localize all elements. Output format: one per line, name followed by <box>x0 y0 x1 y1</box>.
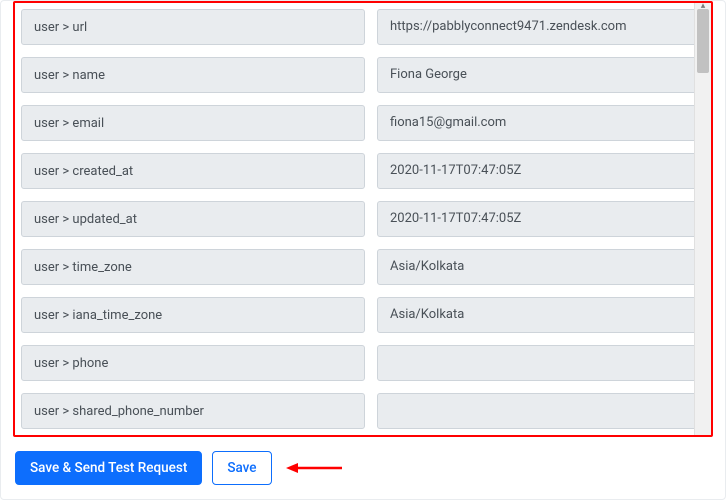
field-key: user > created_at <box>21 153 365 189</box>
field-key: user > phone <box>21 345 365 381</box>
field-value[interactable] <box>377 57 705 93</box>
button-row: Save & Send Test Request Save <box>13 451 713 485</box>
panel: user > url user > name user > email user… <box>0 0 726 500</box>
field-value[interactable] <box>377 153 705 189</box>
save-send-test-request-button[interactable]: Save & Send Test Request <box>15 451 202 485</box>
field-value[interactable] <box>377 9 705 45</box>
field-row: user > url <box>15 3 711 51</box>
field-value[interactable] <box>377 105 705 141</box>
field-row: user > email <box>15 99 711 147</box>
field-key: user > time_zone <box>21 249 365 285</box>
field-value[interactable] <box>377 393 705 429</box>
field-key: user > shared_phone_number <box>21 393 365 429</box>
field-key: user > name <box>21 57 365 93</box>
field-row: user > phone <box>15 339 711 387</box>
scroll-thumb[interactable] <box>697 9 709 73</box>
field-key: user > url <box>21 9 365 45</box>
save-button[interactable]: Save <box>212 451 271 485</box>
response-fields-box: user > url user > name user > email user… <box>13 1 713 437</box>
field-row: user > time_zone <box>15 243 711 291</box>
field-value[interactable] <box>377 249 705 285</box>
scrollbar[interactable]: ▴ <box>694 3 711 435</box>
field-value[interactable] <box>377 297 705 333</box>
field-row: user > shared_phone_number <box>15 387 711 435</box>
field-row: user > iana_time_zone <box>15 291 711 339</box>
field-rows: user > url user > name user > email user… <box>15 3 711 435</box>
arrow-annotation-icon <box>286 460 342 476</box>
field-row: user > name <box>15 51 711 99</box>
field-key: user > updated_at <box>21 201 365 237</box>
field-value[interactable] <box>377 345 705 381</box>
field-value[interactable] <box>377 201 705 237</box>
field-key: user > email <box>21 105 365 141</box>
field-key: user > iana_time_zone <box>21 297 365 333</box>
field-row: user > updated_at <box>15 195 711 243</box>
field-row: user > created_at <box>15 147 711 195</box>
